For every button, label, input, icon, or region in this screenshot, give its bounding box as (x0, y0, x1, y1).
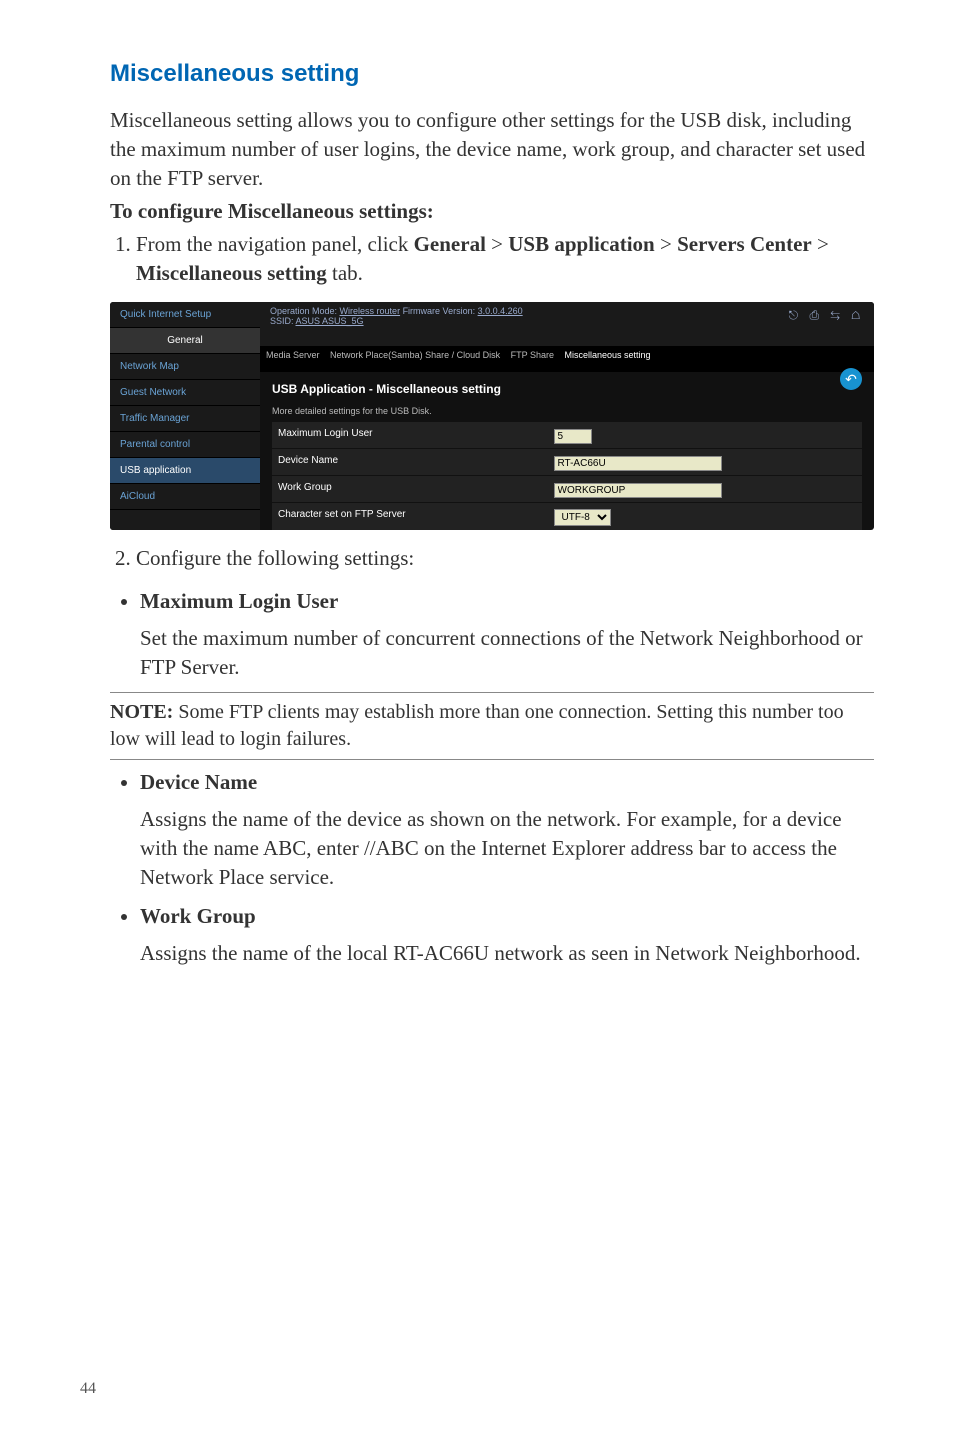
tab-bar: Media Server Network Place(Samba) Share … (260, 346, 874, 372)
row-max-login: Maximum Login User (272, 422, 862, 449)
row-charset: Character set on FTP Server UTF-8 (272, 503, 862, 530)
sidebar-item-guest-network[interactable]: Guest Network (110, 380, 260, 406)
tab-misc-setting[interactable]: Miscellaneous setting (565, 350, 651, 360)
label-device-name: Device Name (272, 449, 550, 475)
op-mode-label: Operation Mode: (270, 306, 340, 316)
step-1: From the navigation panel, click General… (136, 230, 874, 288)
label-max-login: Maximum Login User (272, 422, 550, 448)
select-charset[interactable]: UTF-8 (554, 509, 611, 526)
panel-subtitle: More detailed settings for the USB Disk. (260, 406, 874, 422)
op-mode-link[interactable]: Wireless router (340, 306, 401, 316)
bullet-max-login-body: Set the maximum number of concurrent con… (140, 624, 874, 682)
section-heading: Miscellaneous setting (110, 60, 874, 88)
tab-ftp-share[interactable]: FTP Share (511, 350, 554, 360)
top-status-bar: Operation Mode: Wireless router Firmware… (260, 302, 874, 346)
sidebar-item-aicloud[interactable]: AiCloud (110, 484, 260, 510)
step1-sep-1: > (486, 232, 508, 256)
procedure-heading: To configure Miscellaneous settings: (110, 199, 874, 224)
header-status-icons[interactable]: ⎋ ⎙ ⇆ ☖ (789, 308, 864, 323)
settings-table: Maximum Login User Device Name Work Grou… (272, 422, 862, 530)
fw-label: Firmware Version: (400, 306, 478, 316)
sidebar-section-general: General (110, 328, 260, 354)
note-label: NOTE: (110, 701, 173, 723)
step1-sep-3: > (812, 232, 829, 256)
input-work-group[interactable] (554, 483, 722, 498)
bullet-device-name: Device Name (140, 768, 874, 797)
sidebar-item-parental-control[interactable]: Parental control (110, 432, 260, 458)
label-work-group: Work Group (272, 476, 550, 502)
step1-misc-setting: Miscellaneous setting (136, 261, 327, 285)
bullet-work-group: Work Group (140, 902, 874, 931)
tab-network-place[interactable]: Network Place(Samba) Share / Cloud Disk (330, 350, 500, 360)
sidebar-item-usb-application[interactable]: USB application (110, 458, 260, 484)
bullet-work-group-body: Assigns the name of the local RT-AC66U n… (140, 939, 874, 968)
step1-sep-2: > (655, 232, 677, 256)
router-admin-screenshot: Quick Internet Setup General Network Map… (110, 302, 874, 530)
note-body: Some FTP clients may establish more than… (110, 701, 844, 750)
panel-title: USB Application - Miscellaneous setting (260, 372, 874, 406)
input-device-name[interactable] (554, 456, 722, 471)
bullet-device-name-body: Assigns the name of the device as shown … (140, 805, 874, 892)
main-panel: Operation Mode: Wireless router Firmware… (260, 302, 874, 530)
sidebar: Quick Internet Setup General Network Map… (110, 302, 260, 530)
note-box: NOTE: Some FTP clients may establish mor… (110, 692, 874, 760)
row-work-group: Work Group (272, 476, 862, 503)
ssid-link[interactable]: ASUS ASUS_5G (296, 316, 364, 326)
step1-general: General (414, 232, 486, 256)
step1-tail: tab. (327, 261, 363, 285)
ssid-label: SSID: (270, 316, 296, 326)
step1-usb-app: USB application (508, 232, 654, 256)
input-max-login[interactable] (554, 429, 592, 444)
step-2: Configure the following settings: (136, 544, 874, 573)
fw-link[interactable]: 3.0.0.4.260 (478, 306, 523, 316)
row-device-name: Device Name (272, 449, 862, 476)
sidebar-item-traffic-manager[interactable]: Traffic Manager (110, 406, 260, 432)
sidebar-item-network-map[interactable]: Network Map (110, 354, 260, 380)
label-charset: Character set on FTP Server (272, 503, 550, 530)
intro-paragraph: Miscellaneous setting allows you to conf… (110, 106, 874, 193)
back-icon[interactable]: ↶ (840, 368, 862, 390)
bullet-max-login: Maximum Login User (140, 587, 874, 616)
step1-text-a: From the navigation panel, click (136, 232, 414, 256)
tab-media-server[interactable]: Media Server (266, 350, 320, 360)
page-number: 44 (80, 1380, 96, 1398)
sidebar-qis[interactable]: Quick Internet Setup (110, 302, 260, 328)
step1-servers-center: Servers Center (677, 232, 812, 256)
